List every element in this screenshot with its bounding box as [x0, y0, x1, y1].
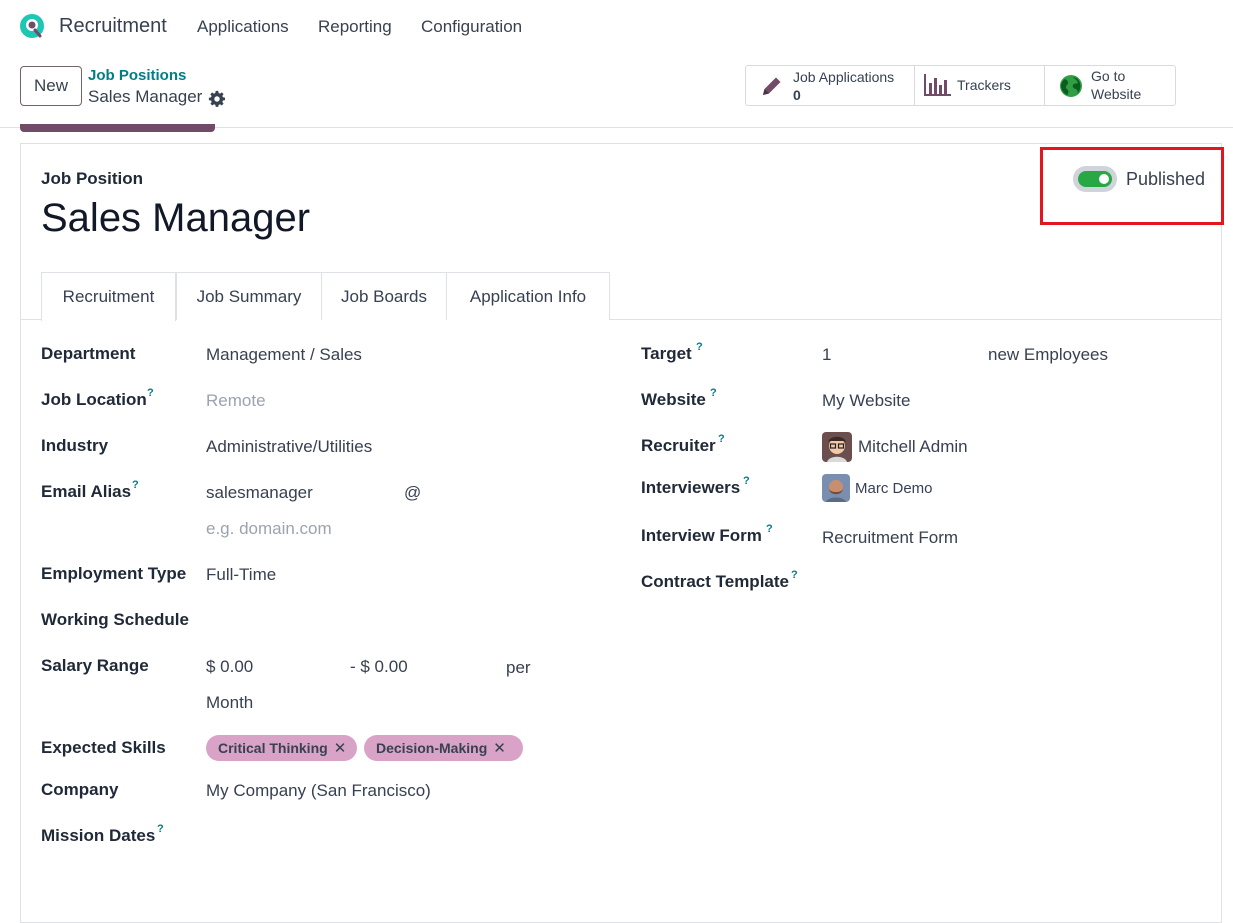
email-alias-help[interactable]: ? — [132, 479, 139, 491]
job-applications-button[interactable]: Job Applications 0 — [746, 66, 915, 105]
breadcrumb-current: Sales Manager — [88, 87, 203, 106]
menu-reporting[interactable]: Reporting — [318, 17, 392, 37]
recruiter-field[interactable]: Mitchell Admin — [858, 437, 968, 457]
industry-label: Industry — [41, 436, 109, 455]
form-sheet: Job Position Sales Manager Published Rec… — [20, 143, 1222, 923]
interview-form-help[interactable]: ? — [766, 523, 773, 535]
control-panel: New Job Positions Sales Manager Job Appl… — [0, 54, 1233, 128]
website-help[interactable]: ? — [710, 387, 717, 399]
email-alias-label: Email Alias — [41, 482, 132, 501]
interview-form-field[interactable]: Recruitment Form — [822, 528, 958, 548]
salary-max-field[interactable]: - $ 0.00 — [350, 657, 408, 677]
tab-recruitment[interactable]: Recruitment — [41, 272, 176, 321]
top-navbar: Recruitment Applications Reporting Confi… — [0, 0, 1233, 54]
globe-icon — [1060, 75, 1082, 97]
trackers-label: Trackers — [957, 77, 1011, 93]
salary-per-label: per — [506, 658, 531, 677]
website-label: Website — [1091, 86, 1142, 102]
expected-skills-label: Expected Skills — [41, 738, 166, 757]
highlight-box — [1040, 147, 1224, 225]
department-label: Department — [41, 344, 136, 363]
menu-configuration[interactable]: Configuration — [421, 17, 522, 37]
recruiter-label: Recruiter — [641, 436, 716, 455]
go-to-label: Go to — [1091, 68, 1126, 84]
statusbar-button-remnant[interactable] — [20, 124, 215, 132]
job-location-help[interactable]: ? — [147, 387, 154, 399]
website-field[interactable]: My Website — [822, 391, 911, 411]
avatar — [822, 432, 852, 462]
pencil-icon — [763, 77, 781, 95]
skill-tag-label: Critical Thinking — [218, 740, 328, 756]
interviewers-help[interactable]: ? — [743, 475, 750, 487]
breadcrumb-job-positions[interactable]: Job Positions — [88, 67, 186, 84]
interview-form-label: Interview Form — [641, 526, 762, 545]
salary-min-field[interactable]: $ 0.00 — [206, 657, 253, 677]
skill-tag-critical-thinking[interactable]: Critical Thinking ✕ — [206, 735, 357, 761]
notebook-tabs: Recruitment Job Summary Job Boards Appli… — [21, 272, 1221, 321]
contract-template-label: Contract Template — [641, 572, 789, 591]
salary-range-label: Salary Range — [41, 656, 149, 675]
go-to-website-button[interactable]: Go to Website — [1045, 66, 1175, 105]
job-location-label: Job Location — [41, 390, 147, 409]
trackers-button[interactable]: Trackers — [915, 66, 1045, 105]
industry-field[interactable]: Administrative/Utilities — [206, 437, 372, 457]
avatar — [822, 474, 850, 502]
job-position-name[interactable]: Sales Manager — [41, 196, 310, 241]
salary-period-field[interactable]: Month — [206, 693, 253, 713]
mission-dates-help[interactable]: ? — [157, 823, 164, 835]
app-title[interactable]: Recruitment — [59, 15, 167, 38]
bar-chart-icon — [924, 74, 951, 96]
job-location-field[interactable]: Remote — [206, 391, 266, 411]
target-help[interactable]: ? — [696, 341, 703, 353]
skill-tag-decision-making[interactable]: Decision-Making ✕ — [364, 735, 523, 761]
working-schedule-label: Working Schedule — [41, 610, 189, 629]
employment-type-field[interactable]: Full-Time — [206, 565, 276, 585]
target-suffix: new Employees — [988, 345, 1109, 364]
skill-tag-label: Decision-Making — [376, 740, 488, 756]
tab-application-info[interactable]: Application Info — [446, 272, 610, 320]
employment-type-label: Employment Type — [41, 564, 187, 583]
department-field[interactable]: Management / Sales — [206, 345, 362, 365]
target-field[interactable]: 1 — [822, 345, 831, 365]
email-at-sign: @ — [404, 483, 422, 502]
website-label: Website — [641, 390, 706, 409]
job-position-label: Job Position — [41, 169, 143, 188]
app-logo-icon[interactable] — [18, 12, 46, 40]
mission-dates-label: Mission Dates — [41, 826, 156, 845]
tab-job-summary[interactable]: Job Summary — [176, 272, 322, 320]
recruiter-help[interactable]: ? — [718, 433, 725, 445]
contract-template-help[interactable]: ? — [791, 569, 798, 581]
interviewers-label: Interviewers — [641, 478, 741, 497]
email-domain-field[interactable]: e.g. domain.com — [206, 519, 332, 539]
new-button[interactable]: New — [20, 66, 82, 106]
menu-applications[interactable]: Applications — [197, 17, 289, 37]
company-label: Company — [41, 780, 119, 799]
tab-job-boards[interactable]: Job Boards — [321, 272, 447, 320]
smart-buttons: Job Applications 0 Trackers Go to Websit… — [745, 65, 1176, 106]
target-label: Target — [641, 344, 692, 363]
email-alias-field[interactable]: salesmanager — [206, 483, 313, 503]
close-icon[interactable]: ✕ — [493, 736, 506, 762]
company-field[interactable]: My Company (San Francisco) — [206, 781, 431, 801]
close-icon[interactable]: ✕ — [334, 736, 347, 762]
job-applications-count: 0 — [793, 87, 801, 103]
interviewer-tag[interactable]: Marc Demo — [855, 480, 933, 497]
gear-icon[interactable] — [208, 90, 226, 108]
job-applications-label: Job Applications — [793, 69, 895, 85]
